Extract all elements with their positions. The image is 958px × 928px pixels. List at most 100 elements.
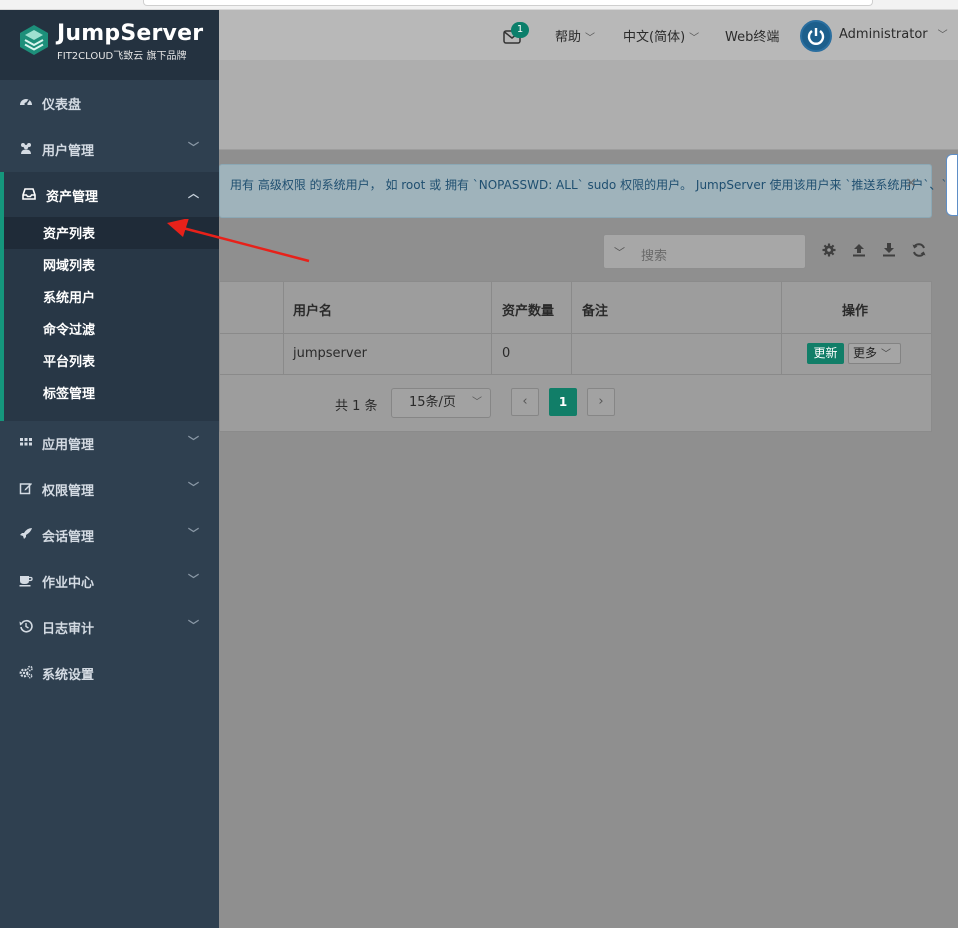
user-name: Administrator — [839, 27, 928, 42]
close-icon[interactable]: × — [905, 175, 917, 191]
settings-icon[interactable] — [821, 242, 837, 258]
sidebar-subitem-platform-list[interactable]: 平台列表 — [4, 345, 219, 377]
info-alert: 用有 高级权限 的系统用户， 如 root 或 拥有 `NOPASSWD: AL… — [219, 164, 947, 218]
edit-icon — [19, 483, 32, 495]
refresh-icon[interactable] — [911, 242, 927, 258]
header-asset-count[interactable]: 资产数量 — [502, 300, 554, 319]
user-menu[interactable]: Administrator ﹀ — [839, 26, 948, 42]
chevron-up-icon: ︿ — [188, 187, 199, 200]
header-actions: 操作 — [842, 304, 869, 319]
mail-button[interactable]: 1 — [502, 22, 529, 48]
cogs-icon — [19, 665, 33, 679]
header-comment: 备注 — [582, 304, 609, 319]
chevron-down-icon: ﹀ — [472, 397, 482, 408]
sidebar-item-label: 仪表盘 — [42, 98, 82, 113]
users-icon — [21, 143, 31, 154]
next-page-button[interactable]: › — [587, 388, 615, 416]
sidebar-subitem-label: 资产列表 — [43, 227, 96, 242]
more-label: 更多 — [853, 346, 878, 360]
row-divider — [220, 333, 931, 334]
column-divider — [571, 282, 572, 374]
sidebar-subitem-label: 网域列表 — [43, 259, 96, 274]
cell-username[interactable]: jumpserver — [293, 346, 367, 361]
sidebar: JumpServer FIT2CLOUD飞致云 旗下品牌 仪表盘 用户管理 ﹀ … — [0, 10, 219, 928]
update-button[interactable]: 更新 — [807, 343, 844, 364]
system-user-table: 用户名 资产数量 备注 操作 jumpserver 0 更新 更多 ﹀ 共 1 条… — [219, 281, 932, 432]
sidebar-subitem-system-users[interactable]: 系统用户 — [4, 281, 219, 313]
row-divider — [220, 374, 931, 375]
sidebar-item-jobs[interactable]: 作业中心 ﹀ — [0, 558, 219, 604]
logo-area: JumpServer FIT2CLOUD飞致云 旗下品牌 — [0, 10, 219, 80]
chevron-down-icon: ﹀ — [188, 619, 199, 632]
sidebar-subitem-label-management[interactable]: 标签管理 — [4, 377, 219, 409]
annotation-arrow-icon — [167, 219, 310, 263]
sidebar-item-label: 作业中心 — [42, 576, 95, 591]
sidebar-item-dashboard[interactable]: 仪表盘 — [0, 80, 219, 126]
sidebar-item-label: 系统设置 — [42, 668, 95, 683]
power-icon — [807, 28, 825, 45]
prev-page-button[interactable]: ‹ — [511, 388, 539, 416]
sidebar-item-assets[interactable]: 资产管理 ︿ 资产列表 网域列表 系统用户 命令过滤 平台列表 标签管理 — [0, 172, 219, 421]
sidebar-item-audit[interactable]: 日志审计 ﹀ — [0, 604, 219, 650]
chevron-down-icon: ﹀ — [188, 435, 199, 448]
column-divider — [781, 282, 782, 374]
page-size-value: 15条/页 — [409, 395, 456, 410]
alert-text: 用有 高级权限 的系统用户， 如 root 或 拥有 `NOPASSWD: AL… — [230, 178, 948, 192]
pager-total: 共 1 条 — [335, 399, 378, 414]
inbox-icon — [22, 188, 36, 200]
help-menu[interactable]: 帮助 ﹀ — [555, 26, 595, 45]
chevron-down-icon: ﹀ — [585, 33, 596, 44]
brand-title: JumpServer — [57, 21, 204, 46]
sidebar-item-label: 资产管理 — [46, 190, 99, 205]
chevron-down-icon: ﹀ — [188, 481, 199, 494]
sidebar-item-label: 日志审计 — [42, 622, 95, 637]
sidebar-subitem-label: 平台列表 — [43, 355, 96, 370]
more-button[interactable]: 更多 ﹀ — [848, 343, 901, 364]
search-input[interactable]: ﹀ 搜索 — [603, 234, 806, 269]
help-label: 帮助 — [555, 30, 582, 45]
chevron-down-icon: ﹀ — [614, 246, 625, 259]
chevron-right-icon: › — [598, 394, 604, 409]
column-divider — [283, 282, 284, 374]
chevron-down-icon: ﹀ — [188, 573, 199, 586]
sidebar-subitem-label: 系统用户 — [43, 291, 96, 306]
grid-icon — [20, 438, 32, 446]
coffee-icon — [19, 576, 33, 587]
jumpserver-logo-icon — [20, 25, 48, 55]
download-icon[interactable] — [881, 242, 897, 258]
sidebar-item-permissions[interactable]: 权限管理 ﹀ — [0, 466, 219, 512]
chevron-down-icon: ﹀ — [937, 30, 948, 41]
chevron-left-icon: ‹ — [522, 394, 528, 409]
sidebar-subitem-command-filter[interactable]: 命令过滤 — [4, 313, 219, 345]
sidebar-subitem-label: 命令过滤 — [43, 323, 96, 338]
rocket-icon — [20, 528, 32, 539]
address-bar[interactable] — [143, 0, 873, 6]
sidebar-item-label: 会话管理 — [42, 530, 95, 545]
history-icon — [19, 619, 33, 633]
side-scroll-handle[interactable] — [946, 154, 958, 216]
sidebar-subitem-label: 标签管理 — [43, 387, 96, 402]
search-placeholder: 搜索 — [641, 249, 668, 264]
mail-count-badge: 1 — [511, 22, 529, 38]
language-label: 中文(简体) — [623, 30, 686, 45]
page-size-select[interactable]: 15条/页 ﹀ — [391, 388, 491, 418]
chevron-down-icon: ﹀ — [188, 141, 199, 154]
chevron-down-icon: ﹀ — [188, 527, 199, 540]
language-menu[interactable]: 中文(简体) ﹀ — [623, 26, 699, 45]
upload-icon[interactable] — [851, 242, 867, 258]
sidebar-item-users[interactable]: 用户管理 ﹀ — [0, 126, 219, 172]
header-username[interactable]: 用户名 — [293, 300, 332, 319]
cell-asset-count: 0 — [502, 346, 511, 361]
sidebar-group-header[interactable]: 资产管理 ︿ — [0, 172, 219, 218]
sidebar-item-label: 用户管理 — [42, 144, 95, 159]
page-heading-area — [219, 60, 958, 150]
sidebar-item-label: 应用管理 — [42, 438, 95, 453]
web-terminal-link[interactable]: Web终端 — [725, 26, 779, 45]
sidebar-item-label: 权限管理 — [42, 484, 95, 499]
sidebar-item-settings[interactable]: 系统设置 — [0, 650, 219, 696]
sidebar-item-sessions[interactable]: 会话管理 ﹀ — [0, 512, 219, 558]
brand-subtitle: FIT2CLOUD飞致云 旗下品牌 — [57, 51, 187, 62]
avatar[interactable] — [800, 20, 832, 52]
page-number-button[interactable]: 1 — [549, 388, 577, 416]
sidebar-item-applications[interactable]: 应用管理 ﹀ — [0, 420, 219, 466]
